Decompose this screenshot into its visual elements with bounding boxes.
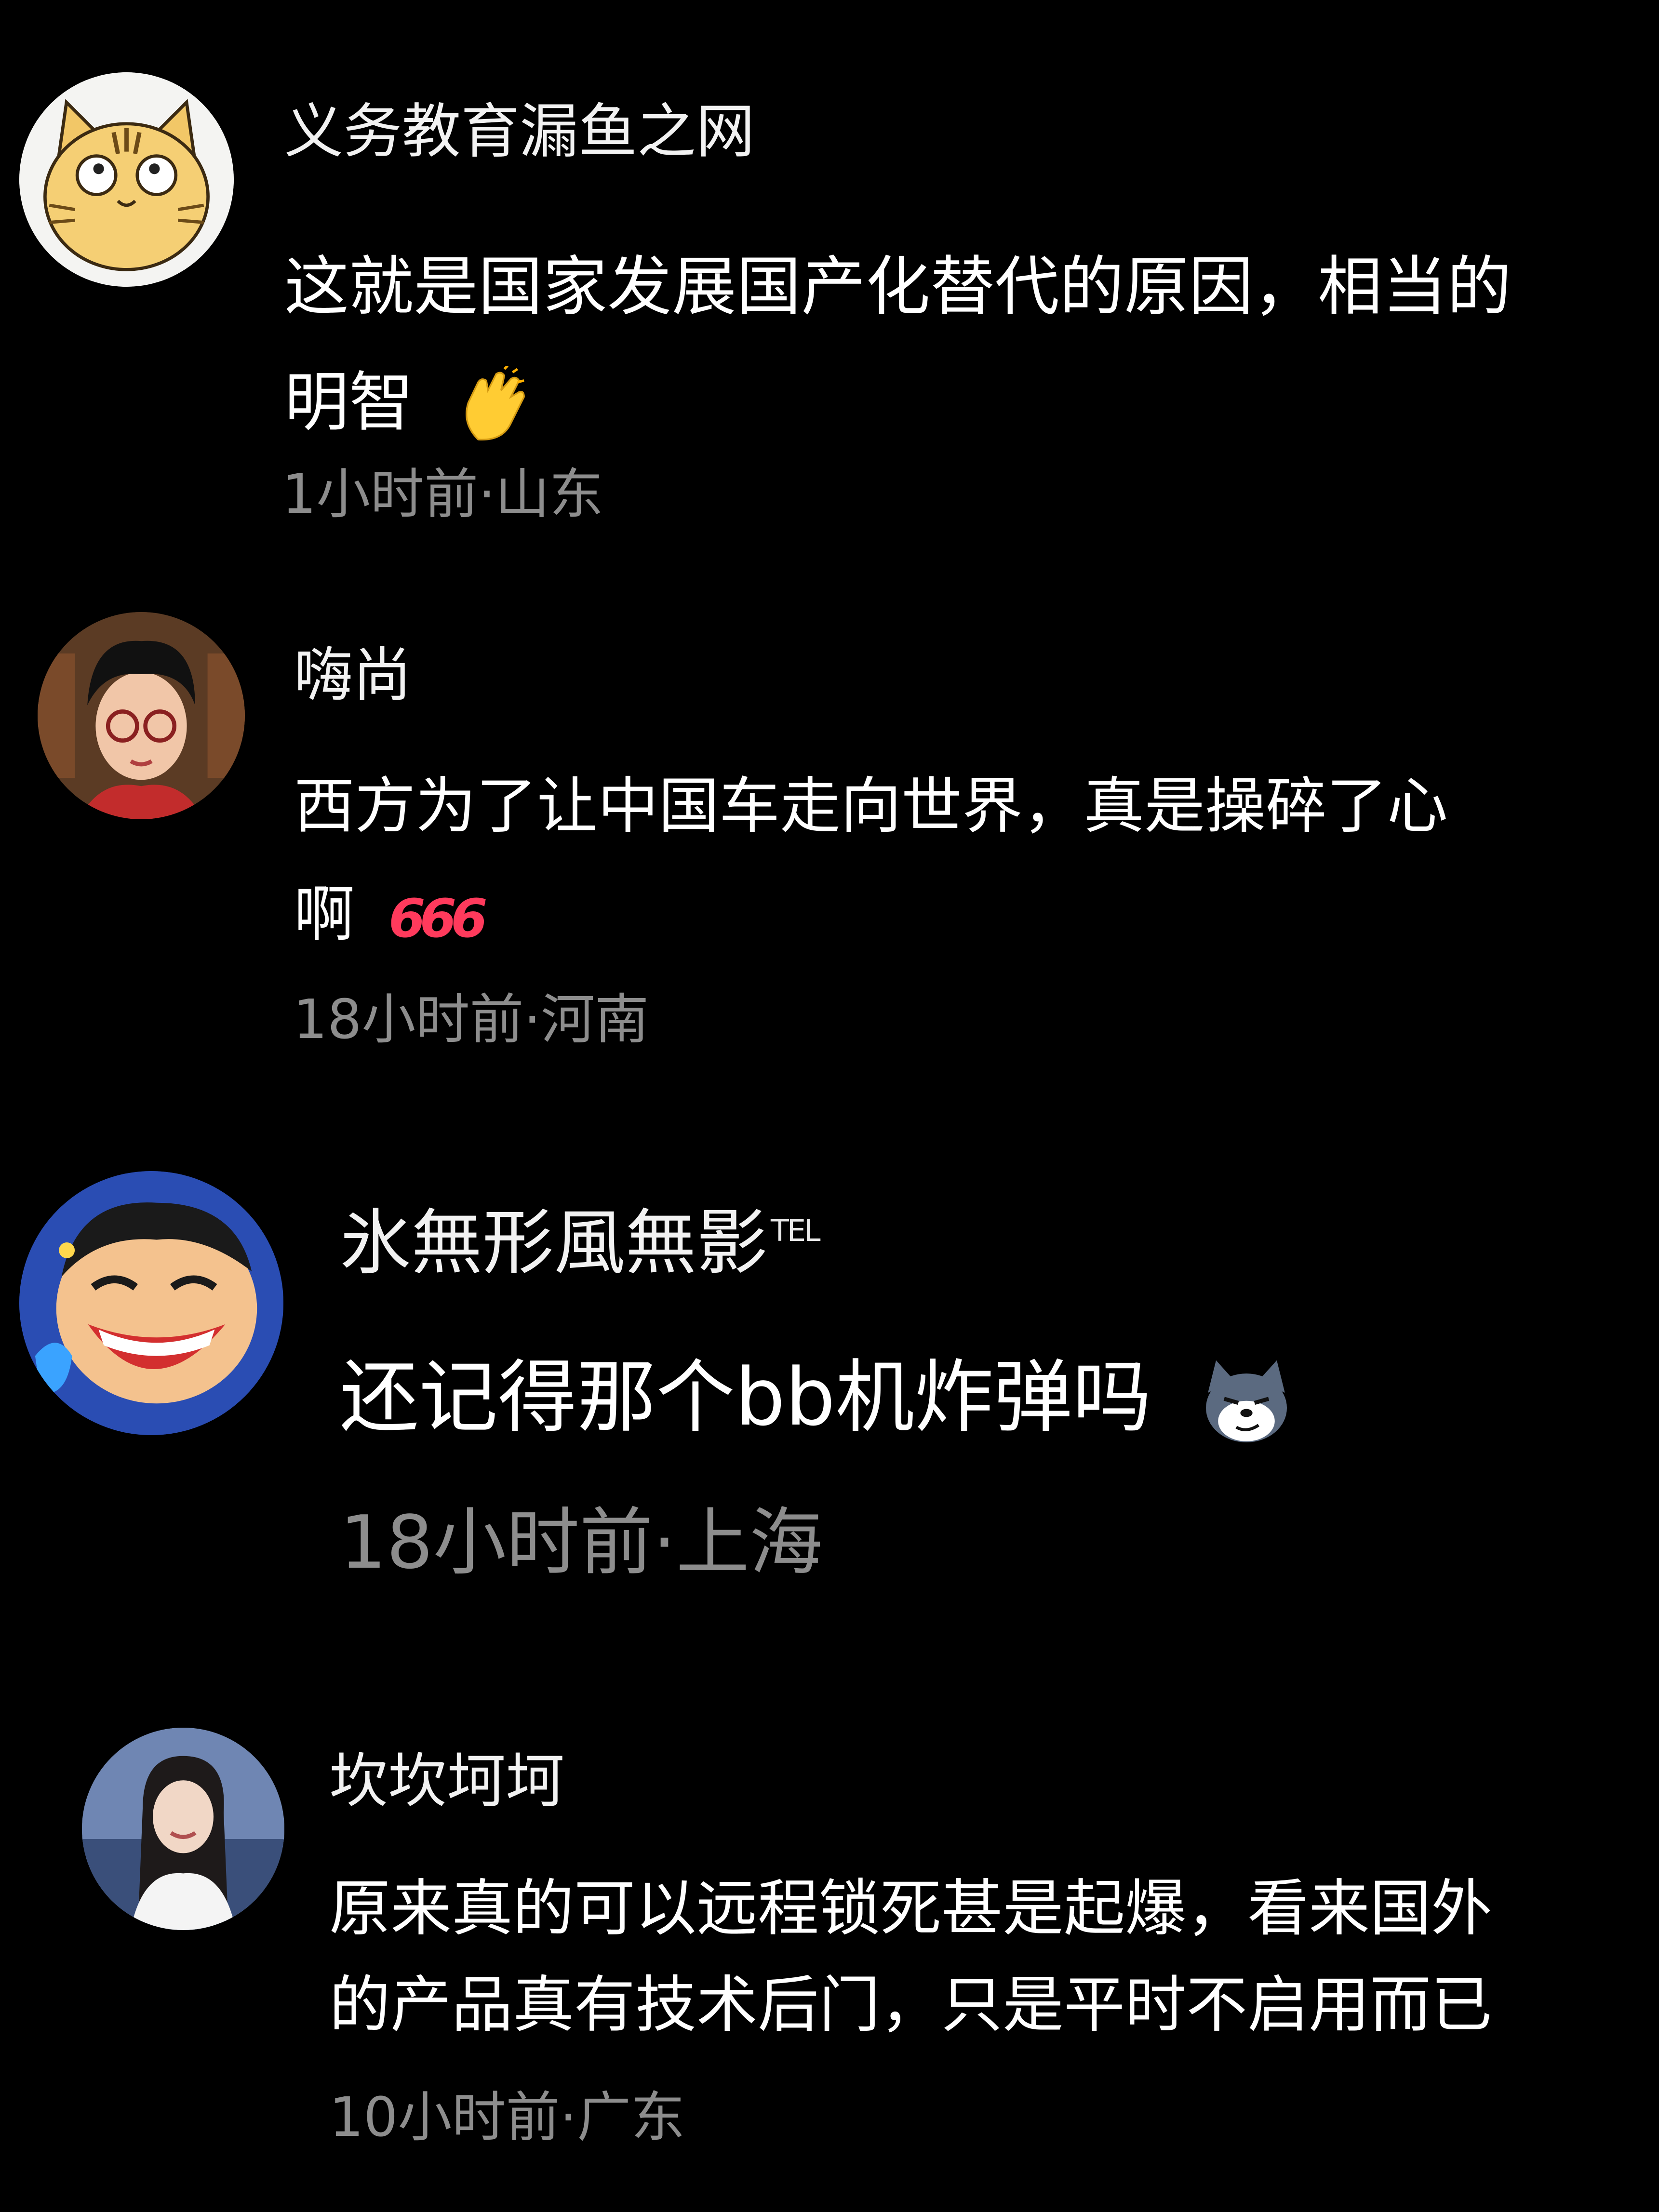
comment-text-line: 的产品真有技术后门，只是平时不启用而已	[329, 1969, 1493, 2040]
girl-avatar-icon	[82, 1728, 284, 1930]
comment-item: 坎坎坷坷 原来真的可以远程锁死甚是起爆，看来国外 的产品真有技术后门，只是平时不…	[0, 0, 1659, 2212]
comment-meta: 10小时前·广东	[329, 2091, 685, 2145]
comment-text: 原来真的可以远程锁死甚是起爆，看来国外 的产品真有技术后门，只是平时不启用而已	[329, 1860, 1492, 2053]
meta-separator: ·	[560, 2086, 577, 2149]
location: 广东	[577, 2086, 685, 2149]
avatar[interactable]	[82, 1728, 284, 1930]
comment-text-line: 原来真的可以远程锁死甚是起爆，看来国外	[329, 1873, 1493, 1944]
timestamp: 10小时前	[329, 2086, 560, 2149]
username[interactable]: 坎坎坷坷	[329, 1752, 564, 1811]
